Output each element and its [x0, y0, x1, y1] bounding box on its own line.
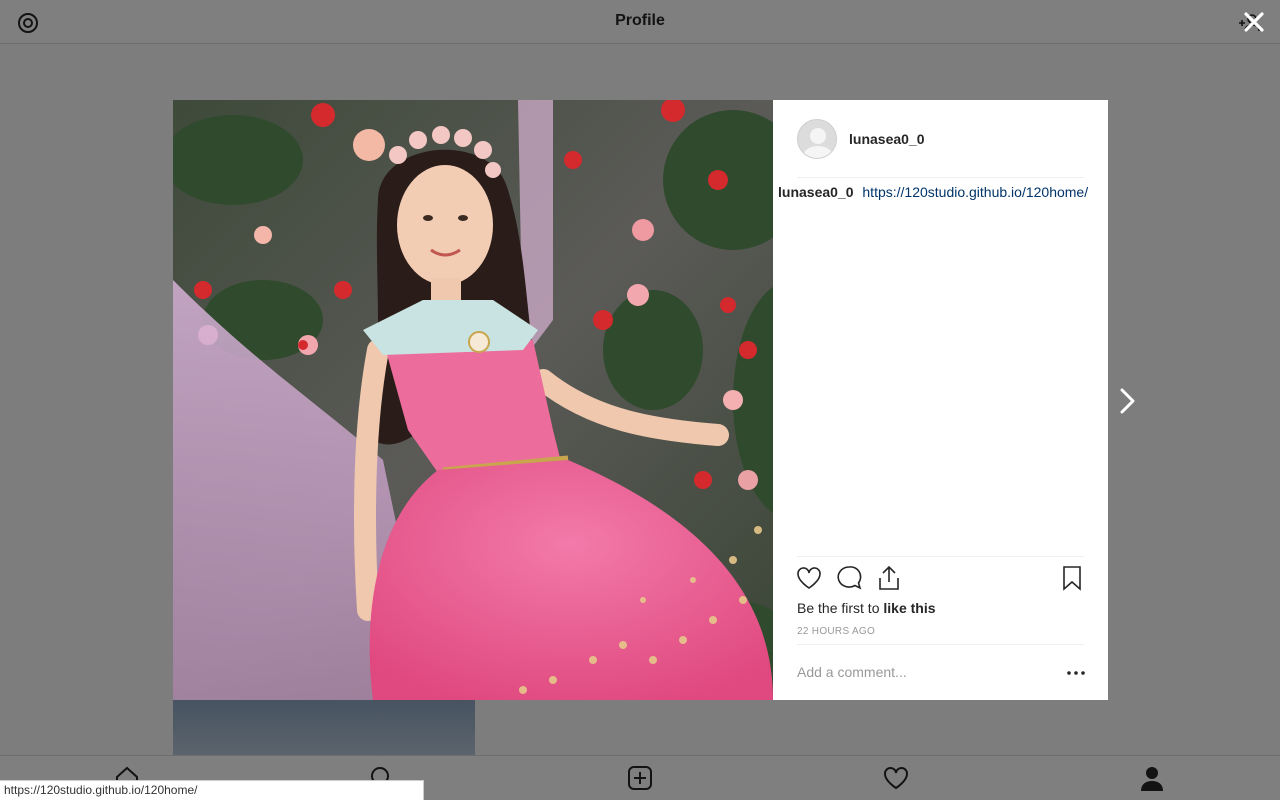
caption-username[interactable]: lunasea0_0: [778, 184, 854, 200]
chevron-right-icon[interactable]: [1116, 386, 1140, 416]
post-header: lunasea0_0: [797, 118, 1084, 160]
actions-divider: [797, 556, 1084, 557]
more-options-icon[interactable]: [1066, 666, 1086, 680]
heart-icon[interactable]: [795, 564, 823, 592]
like-this-link[interactable]: like this: [883, 600, 935, 616]
browser-status-url: https://120studio.github.io/120home/: [0, 780, 424, 800]
post-username[interactable]: lunasea0_0: [849, 131, 925, 147]
post-actions: [795, 564, 1086, 594]
share-icon[interactable]: [875, 564, 903, 592]
likes-text: Be the first to like this: [797, 600, 936, 616]
post-modal: lunasea0_0 lunasea0_0 https://120studio.…: [173, 100, 1108, 700]
post-timestamp[interactable]: 22 HOURS AGO: [797, 626, 875, 637]
portrait-photo-illustration: [173, 100, 773, 700]
post-caption: lunasea0_0 https://120studio.github.io/1…: [778, 184, 1088, 200]
avatar[interactable]: [797, 119, 837, 159]
comment-divider: [797, 644, 1084, 645]
comment-icon[interactable]: [835, 564, 863, 592]
post-details: lunasea0_0 lunasea0_0 https://120studio.…: [773, 100, 1108, 700]
default-avatar-icon: [802, 128, 834, 158]
comment-input[interactable]: Add a comment...: [797, 664, 907, 680]
close-icon[interactable]: [1240, 8, 1268, 36]
header-divider: [797, 177, 1084, 178]
bookmark-icon[interactable]: [1058, 564, 1086, 592]
caption-link[interactable]: https://120studio.github.io/120home/: [862, 184, 1088, 200]
post-photo[interactable]: [173, 100, 773, 700]
likes-prefix: Be the first to: [797, 600, 884, 616]
